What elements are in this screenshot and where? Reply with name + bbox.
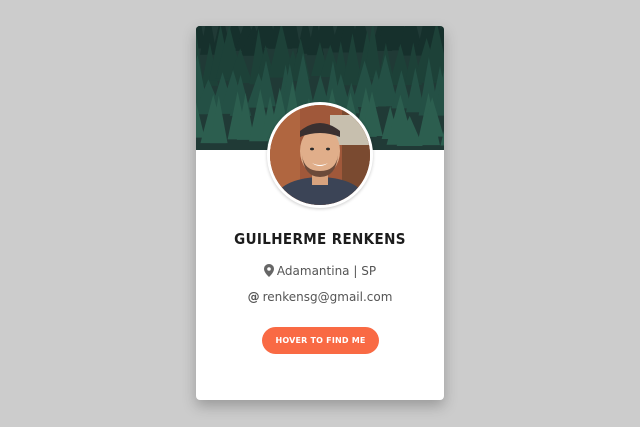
avatar xyxy=(267,102,373,208)
avatar-photo xyxy=(270,105,370,205)
email-row: @ renkensg@gmail.com xyxy=(196,290,444,304)
profile-name: GUILHERME RENKENS xyxy=(234,230,406,248)
map-pin-icon xyxy=(263,264,274,280)
location-row: Adamantina | SP xyxy=(196,264,444,280)
location-text: Adamantina | SP xyxy=(276,264,377,278)
profile-card: GUILHERME RENKENS Adamantina | SP @ renke… xyxy=(196,26,444,400)
at-sign-icon: @ xyxy=(247,290,260,304)
email-text: renkensg@gmail.com xyxy=(262,290,393,304)
find-me-button[interactable]: HOVER TO FIND ME xyxy=(262,327,379,354)
